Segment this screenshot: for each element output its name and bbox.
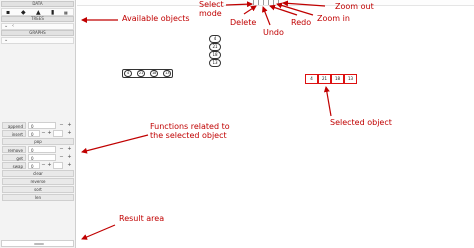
annotation-selected-object: Selected object xyxy=(330,118,392,127)
arrow-select-mode xyxy=(225,1,253,8)
annotation-delete: Delete xyxy=(230,18,257,27)
annotation-select-mode: Select mode xyxy=(199,0,224,18)
arrow-functions xyxy=(81,134,149,154)
arrow-result-area xyxy=(81,224,116,240)
arrow-undo xyxy=(262,6,271,26)
annotation-result-area: Result area xyxy=(119,214,165,223)
annotation-zoom-out: Zoom out xyxy=(335,2,374,11)
annotation-zoom-in: Zoom in xyxy=(317,14,350,23)
annotation-redo: Redo xyxy=(291,18,312,27)
arrow-zoom-in xyxy=(276,2,314,16)
arrow-zoom-out xyxy=(282,0,326,7)
annotation-functions: Functions related to the selected object xyxy=(150,122,230,140)
arrow-redo xyxy=(269,4,298,16)
annotation-available-objects: Available objects xyxy=(122,14,190,23)
arrow-delete xyxy=(243,5,257,15)
arrow-selected-object xyxy=(323,86,332,117)
annotation-arrows xyxy=(81,0,332,240)
annotation-undo: Undo xyxy=(263,28,284,37)
